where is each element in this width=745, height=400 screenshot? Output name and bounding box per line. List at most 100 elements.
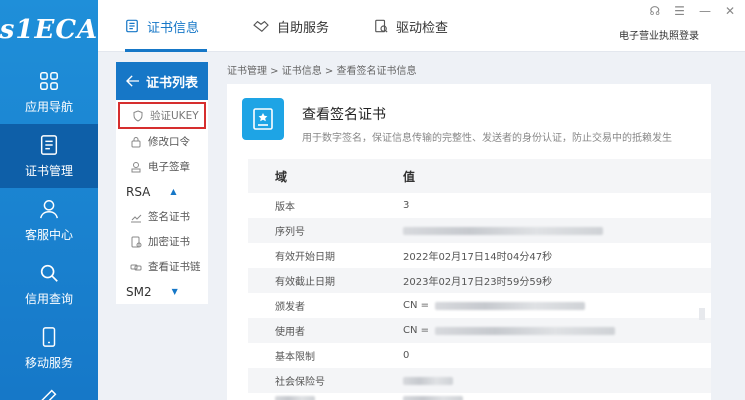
certificate-icon (126, 19, 138, 33)
field-value: CN = (403, 325, 430, 336)
table-row[interactable]: 序列号 (248, 218, 711, 243)
chart-icon (131, 214, 142, 222)
subnav-header[interactable]: 证书列表 (116, 62, 208, 100)
logo: s1ECA (0, 15, 99, 45)
encrypt-doc-icon (131, 236, 142, 247)
field-key: 社会保险号 (275, 377, 325, 388)
grid-icon (40, 71, 58, 90)
breadcrumb: 证书管理 > 证书信息 > 查看签名证书信息 (227, 66, 417, 77)
header-key: 域 (275, 169, 288, 184)
cert-field-table: 域 值 版本 3 序列号 有效开始日期 2022年02月17日14时04分47秒… (248, 159, 711, 400)
nav-item-label: 客服中心 (24, 227, 73, 242)
subnav-item-change-password[interactable]: 修改口令 (116, 129, 208, 154)
app-window: s1ECA 应用导航 证书管理 客服中心 信用查询 移动服务 证书信息 自助服务… (0, 0, 745, 400)
nav-item-label: 证书管理 (24, 163, 73, 178)
subnav-group-rsa[interactable]: RSA ▲ (116, 179, 208, 204)
subnav-group-sm2[interactable]: SM2 ▼ (116, 279, 208, 304)
table-row[interactable]: 基本限制 0 (248, 343, 711, 368)
left-nav: s1ECA 应用导航 证书管理 客服中心 信用查询 移动服务 (0, 0, 98, 400)
header-value: 值 (403, 169, 416, 184)
help-icon[interactable]: ☊ (650, 4, 661, 18)
card-title: 查看签名证书 (302, 107, 386, 123)
subnav-item-label: 加密证书 (148, 236, 190, 248)
field-value-redacted (403, 376, 711, 385)
field-value-cell: CN = (403, 300, 711, 311)
window-controls: ☊ ☰ — ✕ (650, 4, 736, 18)
tab-driver-check[interactable]: 驱动检查 (374, 0, 448, 52)
subnav-item-verify-ukey[interactable]: 验证UKEY (118, 102, 206, 129)
nav-item-more[interactable] (0, 380, 98, 400)
document-icon (40, 134, 58, 155)
stamp-icon (131, 161, 141, 172)
field-key: 序列号 (275, 227, 305, 238)
nav-item-app-navigation[interactable]: 应用导航 (0, 60, 98, 124)
field-key: 基本限制 (275, 352, 315, 363)
tab-cert-info[interactable]: 证书信息 (125, 0, 207, 52)
table-row[interactable]: 使用者 CN = (248, 318, 711, 343)
subnav-item-cert-chain[interactable]: 查看证书链 (116, 254, 208, 279)
subnav-item-label: 签名证书 (148, 211, 190, 223)
chain-icon (130, 264, 142, 270)
back-arrow-icon (126, 75, 139, 87)
field-value: 0 (403, 350, 410, 361)
field-key: 使用者 (275, 327, 305, 338)
table-row-partial (248, 393, 711, 400)
nav-item-mobile-service[interactable]: 移动服务 (0, 316, 98, 380)
subnav-item-encrypt-cert[interactable]: 加密证书 (116, 229, 208, 254)
subnav-item-label: 修改口令 (148, 136, 190, 148)
menu-icon[interactable]: ☰ (674, 4, 685, 18)
table-row[interactable]: 社会保险号 (248, 368, 711, 393)
subnav-item-label: 验证UKEY (150, 110, 199, 122)
person-icon (40, 199, 58, 218)
card-subtitle: 用于数字签名，保证信息传输的完整性、发送者的身份认证，防止交易中的抵赖发生 (302, 133, 672, 144)
mobile-icon (42, 326, 56, 347)
field-value: 2022年02月17日14时04分47秒 (403, 252, 553, 263)
handshake-icon (253, 20, 269, 33)
field-key: 有效截止日期 (275, 277, 335, 288)
field-value: 3 (403, 200, 410, 211)
caret-up-icon: ▲ (170, 187, 177, 196)
subnav-item-sign-cert[interactable]: 签名证书 (116, 204, 208, 229)
nav-item-service-center[interactable]: 客服中心 (0, 188, 98, 252)
license-login-link[interactable]: 电子营业执照登录 (619, 27, 699, 42)
field-value: CN = (403, 300, 430, 311)
driver-check-icon (375, 19, 388, 33)
certificate-badge-icon (242, 98, 284, 140)
field-key: 版本 (275, 202, 295, 213)
table-row[interactable]: 版本 3 (248, 193, 711, 218)
search-icon (40, 264, 58, 282)
minimize-icon[interactable]: — (699, 4, 711, 18)
nav-item-credit-query[interactable]: 信用查询 (0, 252, 98, 316)
table-row[interactable]: 有效开始日期 2022年02月17日14时04分47秒 (248, 243, 711, 268)
nav-item-label: 信用查询 (24, 291, 73, 306)
lock-icon (131, 136, 141, 147)
table-header-row: 域 值 (248, 159, 711, 193)
field-key: 颁发者 (275, 302, 305, 313)
subnav-item-label: 查看证书链 (148, 261, 201, 273)
field-key: 有效开始日期 (275, 252, 335, 263)
tab-label: 证书信息 (147, 20, 200, 36)
field-value-redacted (403, 396, 711, 400)
subnav-item-label: 电子签章 (148, 161, 190, 173)
caret-down-icon: ▼ (171, 287, 178, 296)
close-icon[interactable]: ✕ (725, 4, 735, 18)
nav-item-cert-management[interactable]: 证书管理 (0, 124, 98, 188)
shield-icon (133, 109, 143, 122)
scrollbar-thumb[interactable] (699, 308, 705, 320)
subnav-item-e-seal[interactable]: 电子签章 (116, 154, 208, 179)
cert-subnav: 证书列表 验证UKEY 修改口令 电子签章 RSA ▲ 签名证书 加密证书 查看… (116, 62, 208, 304)
redacted-value (435, 301, 586, 310)
nav-item-label: 移动服务 (24, 355, 73, 370)
subnav-title: 证书列表 (145, 75, 198, 91)
top-tabbar: 证书信息 自助服务 驱动检查 ☊ ☰ — ✕ 电子营业执照登录 (98, 0, 745, 52)
edit-icon (41, 389, 57, 400)
table-row[interactable]: 有效截止日期 2023年02月17日23时59分59秒 (248, 268, 711, 293)
group-label: RSA (126, 184, 151, 199)
nav-item-label: 应用导航 (24, 99, 73, 114)
tab-label: 自助服务 (277, 20, 330, 36)
tab-self-service[interactable]: 自助服务 (253, 0, 329, 52)
field-value: 2023年02月17日23时59分59秒 (403, 277, 553, 288)
table-row[interactable]: 颁发者 CN = (248, 293, 711, 318)
cert-detail-card: 查看签名证书 用于数字签名，保证信息传输的完整性、发送者的身份认证，防止交易中的… (227, 84, 711, 400)
field-value-cell: CN = (403, 325, 711, 336)
